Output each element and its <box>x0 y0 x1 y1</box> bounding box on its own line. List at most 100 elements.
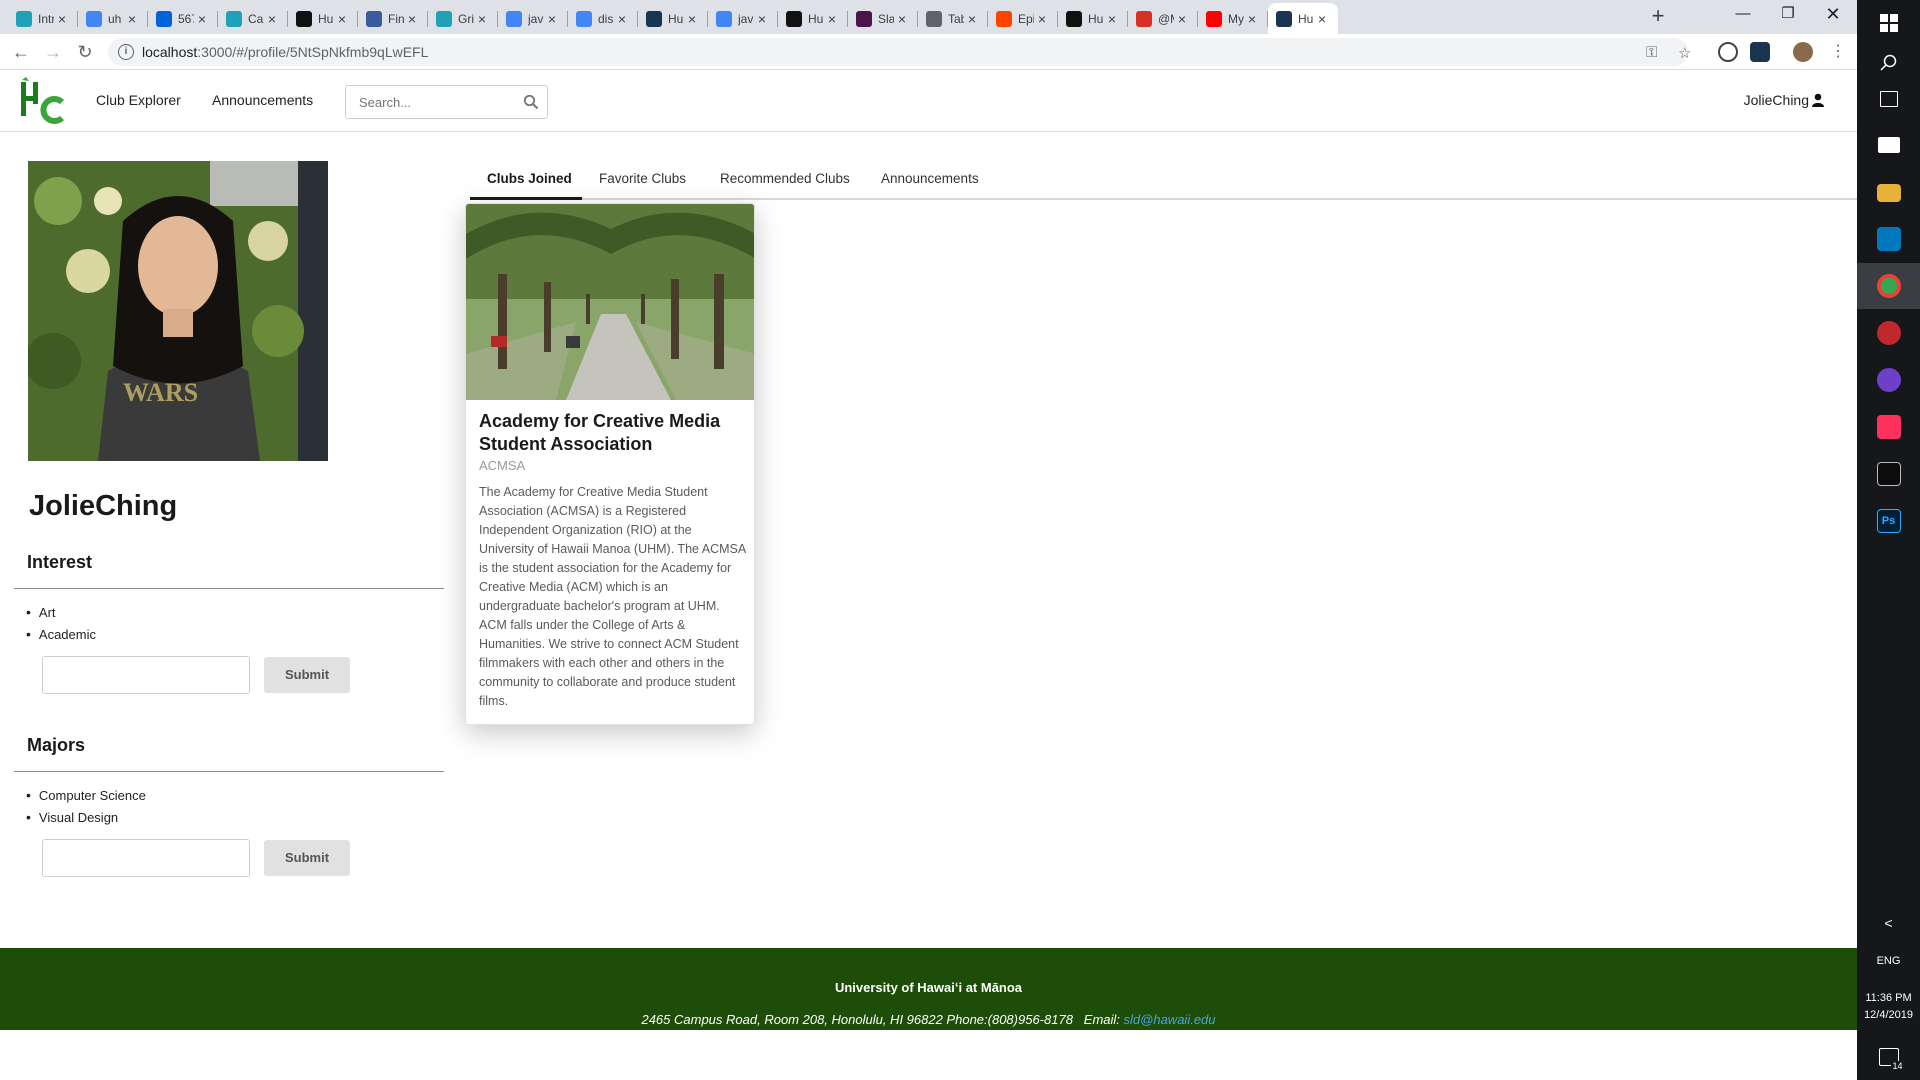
browser-tab-title: Intro <box>38 11 54 26</box>
search-input[interactable] <box>347 87 517 117</box>
interest-input[interactable] <box>42 656 250 694</box>
address-bar[interactable]: i localhost:3000/#/profile/5NtSpNkfmb9qL… <box>108 38 1691 66</box>
slack-icon <box>856 10 872 27</box>
browser-tab[interactable]: @M× <box>1128 3 1198 34</box>
browser-tab-title: @M <box>1158 11 1174 26</box>
search-icon[interactable] <box>523 94 539 110</box>
major-submit-button[interactable]: Submit <box>264 840 350 876</box>
language-indicator[interactable]: ENG <box>1857 955 1920 967</box>
major-input[interactable] <box>42 839 250 877</box>
mail-icon[interactable] <box>1857 122 1920 168</box>
browser-tab[interactable]: disp× <box>568 3 638 34</box>
react-icon <box>436 10 452 27</box>
close-tab-icon[interactable]: × <box>1314 11 1330 27</box>
browser-tab[interactable]: Intro× <box>8 3 78 34</box>
browser-tab[interactable]: Tabl× <box>918 3 988 34</box>
doc-icon <box>366 10 382 27</box>
hub-logo-icon[interactable] <box>18 76 68 126</box>
club-card[interactable]: Academy for Creative Media Student Assoc… <box>465 203 755 725</box>
restore-button[interactable]: ❐ <box>1765 0 1811 30</box>
browser-tab[interactable]: Hub× <box>1058 3 1128 34</box>
close-tab-icon[interactable]: × <box>404 11 420 27</box>
close-tab-icon[interactable]: × <box>1104 11 1120 27</box>
notification-center-icon[interactable]: 14 <box>1857 1040 1920 1074</box>
browser-tab[interactable]: Slac× <box>848 3 918 34</box>
user-menu[interactable]: JolieChing <box>1744 92 1825 108</box>
club-title: Academy for Creative Media Student Assoc… <box>479 411 721 454</box>
browser-tab[interactable]: uh r× <box>78 3 148 34</box>
back-arrow-icon[interactable]: ← <box>8 39 34 65</box>
close-tab-icon[interactable]: × <box>614 11 630 27</box>
site-info-icon[interactable]: i <box>118 44 134 60</box>
menu-dots-icon[interactable]: ⋮ <box>1825 39 1851 65</box>
app-navbar: Club Explorer Announcements JolieChing <box>0 70 1857 132</box>
close-tab-icon[interactable]: × <box>964 11 980 27</box>
close-tab-icon[interactable]: × <box>824 11 840 27</box>
browser-tab-title: java <box>528 11 544 26</box>
close-tab-icon[interactable]: × <box>474 11 490 27</box>
browser-tab-title: 567 <box>178 11 194 26</box>
browser-tab[interactable]: My × <box>1198 3 1268 34</box>
browser-tab[interactable]: Hub× <box>638 3 708 34</box>
task-view-icon[interactable] <box>1857 76 1920 122</box>
browser-tab[interactable]: Fina× <box>358 3 428 34</box>
clock-date[interactable]: 12/4/2019 <box>1857 1009 1920 1021</box>
minimize-button[interactable]: — <box>1720 0 1766 30</box>
new-tab-button[interactable]: + <box>1645 4 1671 30</box>
close-tab-icon[interactable]: × <box>1174 11 1190 27</box>
terminal-icon[interactable] <box>1857 451 1920 497</box>
close-tab-icon[interactable]: × <box>54 11 70 27</box>
close-tab-icon[interactable]: × <box>544 11 560 27</box>
google-icon <box>506 10 522 27</box>
browser-tab[interactable]: Hub× <box>288 3 358 34</box>
github-desktop-icon[interactable] <box>1857 357 1920 403</box>
chrome-icon[interactable] <box>1857 263 1920 309</box>
user-icon <box>1812 93 1824 107</box>
browser-tab-title: Hub <box>318 11 334 26</box>
close-tab-icon[interactable]: × <box>334 11 350 27</box>
club-abbreviation: ACMSA <box>479 458 526 473</box>
nav-announcements[interactable]: Announcements <box>212 92 313 108</box>
browser-tab[interactable]: java× <box>498 3 568 34</box>
reload-icon[interactable]: ↻ <box>72 39 98 65</box>
intellij-icon[interactable] <box>1857 404 1920 450</box>
tab-favorite-clubs[interactable]: Favorite Clubs <box>599 171 686 186</box>
browser-tab[interactable]: Hub× <box>778 3 848 34</box>
browser-tab[interactable]: Card× <box>218 3 288 34</box>
browser-tab-strip: Intro×uh r×567×Card×Hub×Fina×Grid×java×d… <box>0 0 1857 34</box>
browser-tab[interactable]: Grid× <box>428 3 498 34</box>
close-tab-icon[interactable]: × <box>1244 11 1260 27</box>
key-icon[interactable]: ⚿ <box>1646 44 1657 61</box>
profile-avatar-icon[interactable] <box>1793 42 1813 62</box>
tab-recommended-clubs[interactable]: Recommended Clubs <box>720 171 850 186</box>
forward-arrow-icon[interactable]: → <box>40 39 66 65</box>
nav-club-explorer[interactable]: Club Explorer <box>96 92 181 108</box>
tab-announcements[interactable]: Announcements <box>881 171 979 186</box>
sync-extension-icon[interactable] <box>1718 42 1738 62</box>
clock-time[interactable]: 11:36 PM <box>1857 992 1920 1004</box>
close-window-button[interactable]: ✕ <box>1810 0 1856 30</box>
star-icon[interactable]: ☆ <box>1678 44 1691 62</box>
tab-clubs-joined[interactable]: Clubs Joined <box>487 171 572 186</box>
extension-icon[interactable] <box>1750 42 1770 62</box>
close-tab-icon[interactable]: × <box>1034 11 1050 27</box>
mongodb-compass-icon[interactable] <box>1857 310 1920 356</box>
close-tab-icon[interactable]: × <box>194 11 210 27</box>
browser-tab[interactable]: java× <box>708 3 778 34</box>
trello-icon[interactable] <box>1857 216 1920 262</box>
interest-submit-button[interactable]: Submit <box>264 657 350 693</box>
browser-tab[interactable]: Epic× <box>988 3 1058 34</box>
browser-tab[interactable]: Hub× <box>1268 3 1338 34</box>
footer-email-link[interactable]: sld@hawaii.edu <box>1124 1012 1216 1027</box>
browser-tab[interactable]: 567× <box>148 3 218 34</box>
close-tab-icon[interactable]: × <box>754 11 770 27</box>
close-tab-icon[interactable]: × <box>894 11 910 27</box>
close-tab-icon[interactable]: × <box>124 11 140 27</box>
close-tab-icon[interactable]: × <box>684 11 700 27</box>
url-text[interactable]: localhost:3000/#/profile/5NtSpNkfmb9qLwE… <box>142 44 428 60</box>
browser-tab-title: disp <box>598 11 614 26</box>
file-explorer-icon[interactable] <box>1857 170 1920 216</box>
close-tab-icon[interactable]: × <box>264 11 280 27</box>
show-hidden-icons-chevron-icon[interactable]: < <box>1857 908 1920 938</box>
photoshop-icon[interactable]: Ps <box>1857 498 1920 544</box>
